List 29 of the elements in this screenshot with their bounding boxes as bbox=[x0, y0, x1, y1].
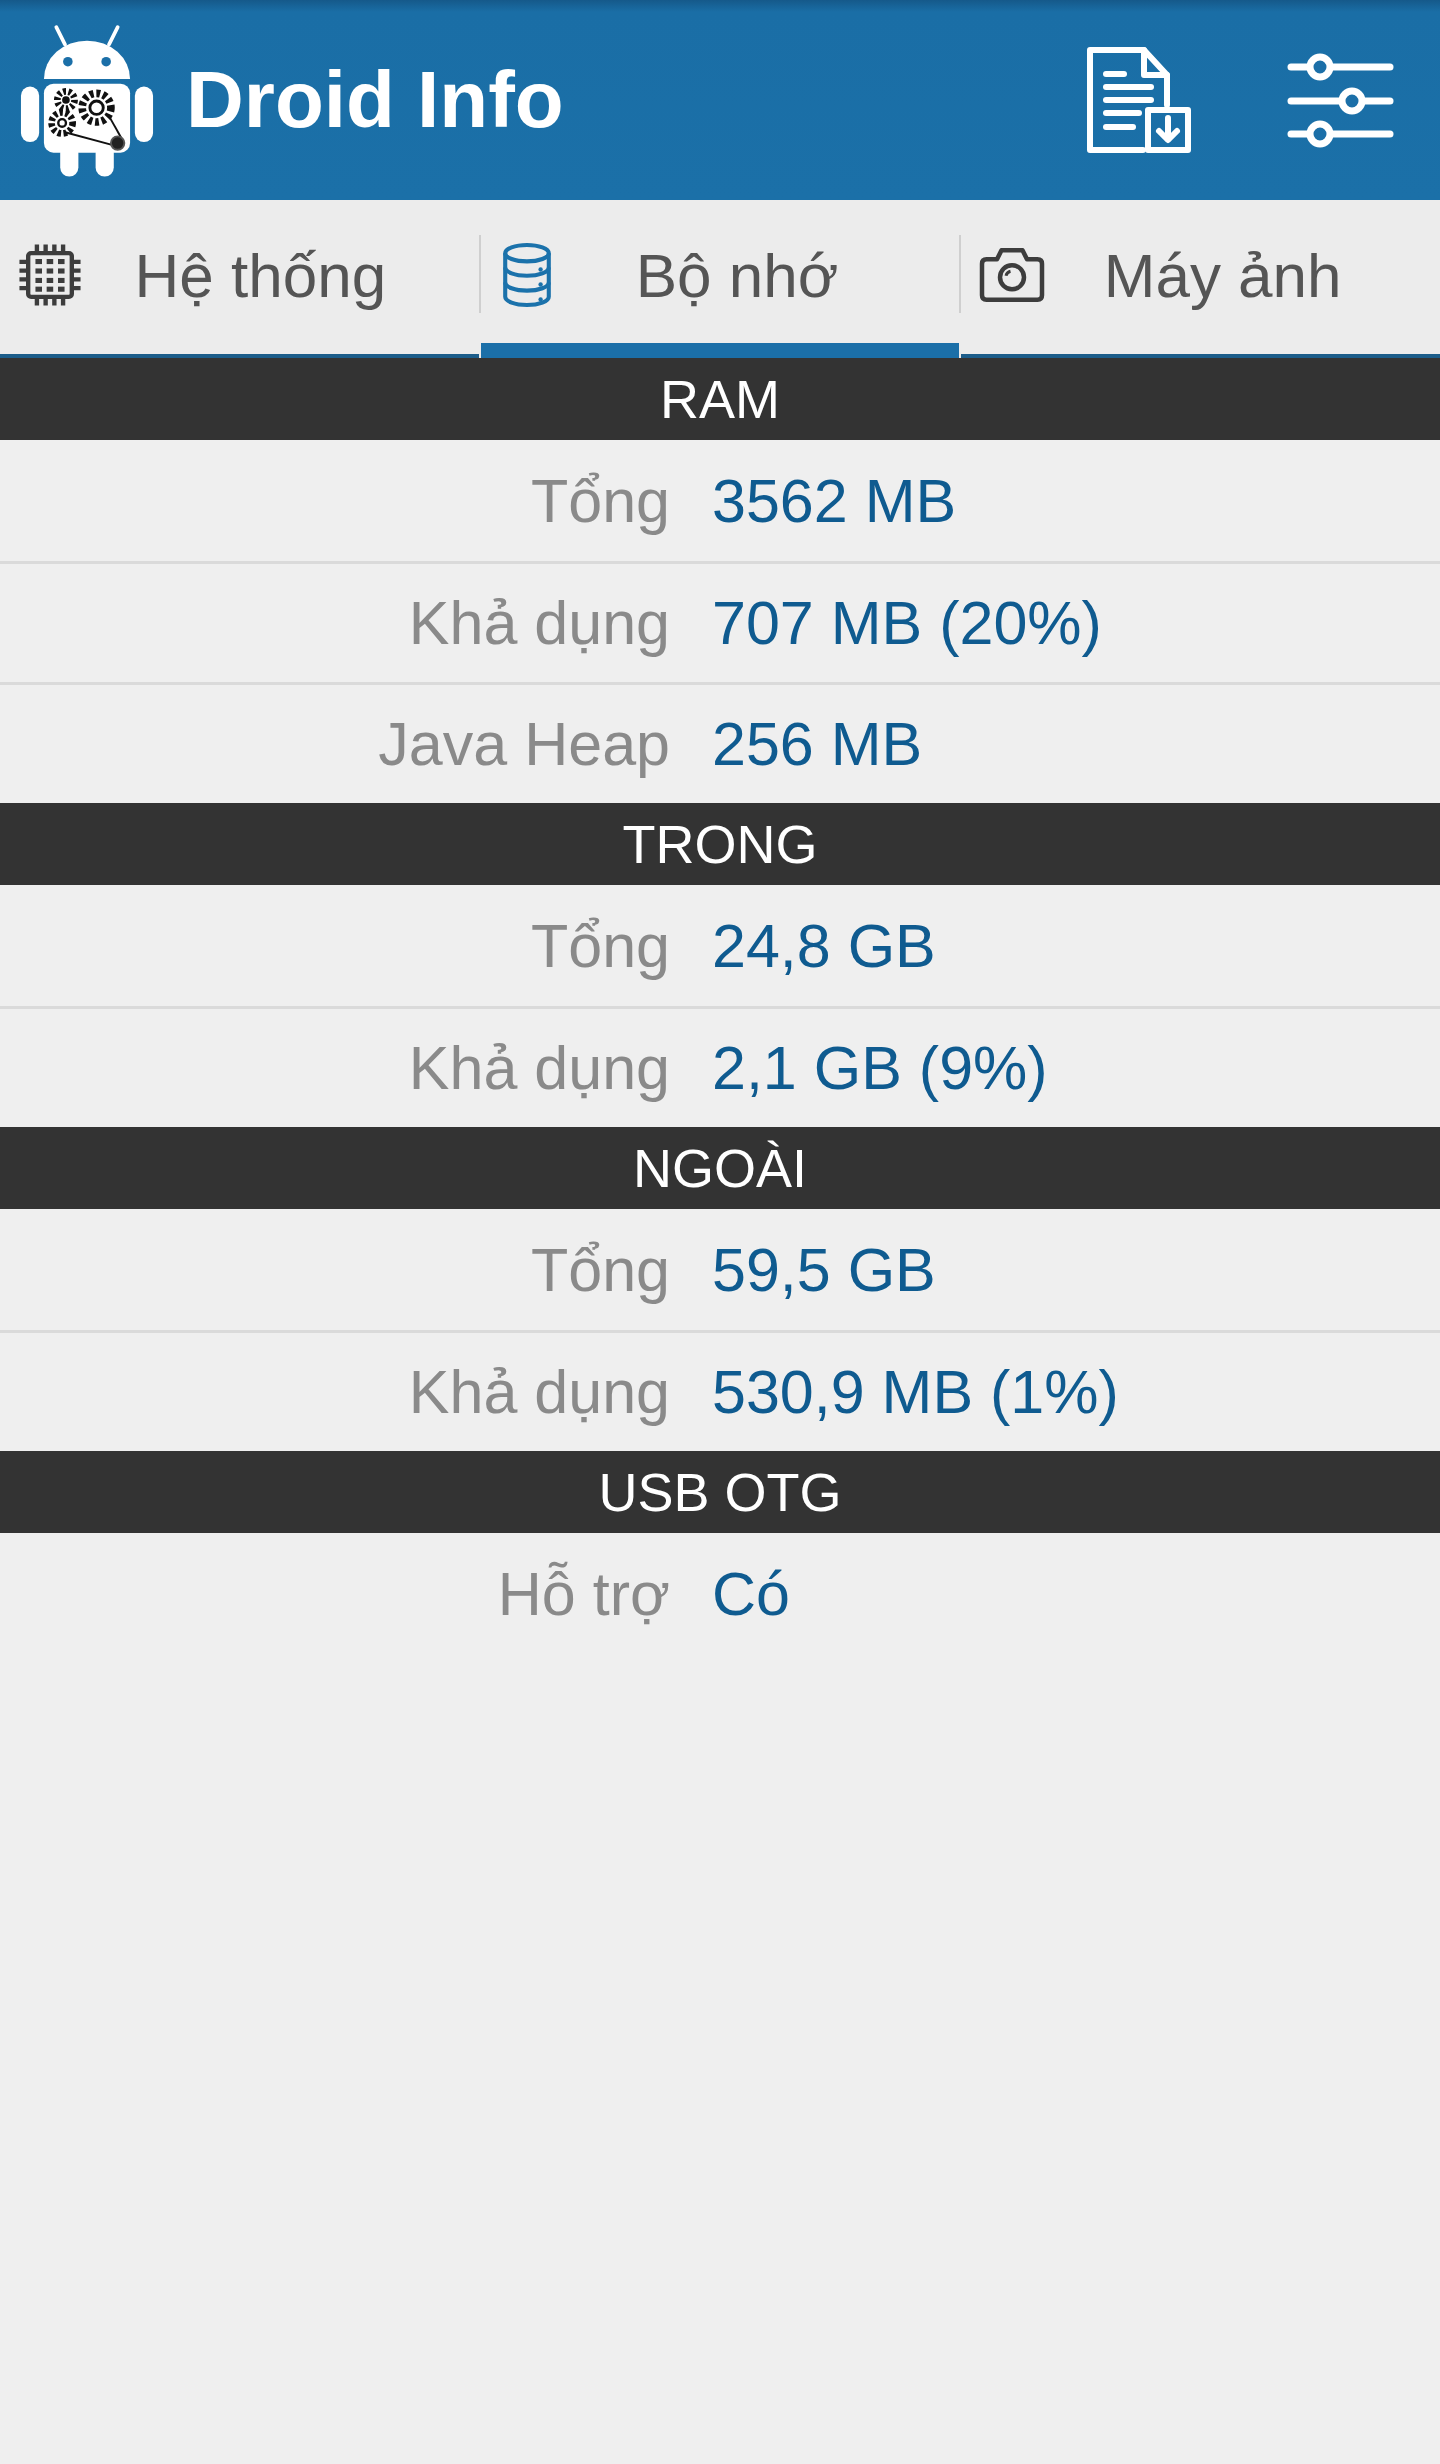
row-value: 707 MB (20%) bbox=[712, 588, 1102, 658]
row-label: Khả dụng bbox=[407, 1033, 670, 1103]
tab[interactable]: Bộ nhớ bbox=[480, 200, 960, 358]
row-label: Tổng bbox=[529, 910, 670, 981]
row-label: Java Heap bbox=[377, 709, 670, 779]
chip-icon bbox=[18, 243, 82, 307]
row-value: 2,1 GB (9%) bbox=[712, 1033, 1048, 1103]
camera-icon bbox=[979, 247, 1046, 303]
section-header: NGOÀI bbox=[0, 1127, 1440, 1209]
robot-gear-icon bbox=[20, 22, 154, 178]
section-header: RAM bbox=[0, 358, 1440, 440]
row-value: 24,8 GB bbox=[712, 910, 936, 981]
row-value: 59,5 GB bbox=[712, 1234, 936, 1305]
tab[interactable]: Máy ảnh bbox=[961, 200, 1440, 358]
document-download-icon[interactable] bbox=[1087, 47, 1191, 153]
row-label: Hỗ trợ bbox=[496, 1558, 670, 1629]
app-title: Droid Info bbox=[186, 54, 564, 146]
row-value: 256 MB bbox=[712, 709, 923, 779]
tab[interactable]: Hệ thống bbox=[0, 200, 479, 358]
row-label: Khả dụng bbox=[407, 588, 670, 658]
row-value: 530,9 MB (1%) bbox=[712, 1357, 1119, 1427]
section-header: USB OTG bbox=[0, 1451, 1440, 1533]
row-label: Tổng bbox=[529, 1234, 670, 1305]
row-label: Tổng bbox=[529, 465, 670, 536]
row-value: Có bbox=[712, 1558, 790, 1629]
section-header: TRONG bbox=[0, 803, 1440, 885]
row-label: Khả dụng bbox=[407, 1357, 670, 1427]
sliders-icon[interactable] bbox=[1287, 51, 1394, 149]
row-value: 3562 MB bbox=[712, 465, 957, 536]
